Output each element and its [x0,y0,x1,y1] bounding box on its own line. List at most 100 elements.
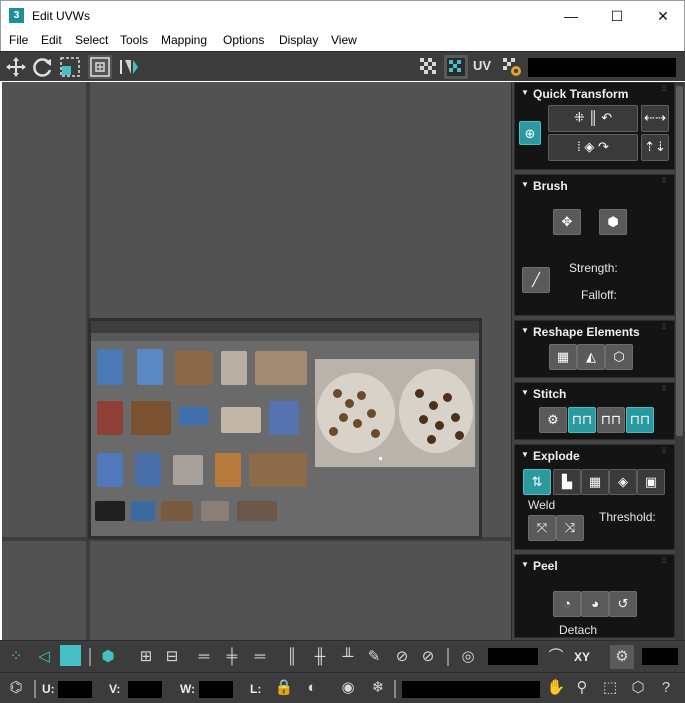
hide-eye-icon[interactable]: ◉ [336,676,360,700]
menu-select[interactable]: Select [75,33,108,47]
w-coordinate-field[interactable] [199,681,233,698]
stitch-to-source-icon[interactable]: ⊓⊓ [626,407,654,433]
ring-icon[interactable]: ║ [280,645,304,669]
align-vertical-button[interactable]: ⁞ ◈ ↷ [548,134,638,161]
grip-icon[interactable]: ⁞⁞ [662,558,668,566]
rollout-title[interactable]: Quick Transform [533,87,628,101]
falloff-type-icon[interactable]: ⌒ [544,645,568,669]
u-coordinate-field[interactable] [58,681,92,698]
paint-shrink-icon[interactable]: ⊘ [416,645,440,669]
falloff-curve-icon[interactable]: ╱ [522,267,550,293]
relax-brush-icon[interactable]: ⬢ [599,209,627,235]
help-icon[interactable]: ? [654,676,678,700]
split-by-material-icon[interactable]: ▦ [581,469,609,495]
xy-label[interactable]: XY [574,650,590,664]
collapse-arrow-icon[interactable]: ▼ [521,450,529,459]
lock-icon[interactable]: 🔒 [272,676,296,700]
quick-peel-icon[interactable]: ◔ [553,591,581,617]
viewport-map-dropdown[interactable] [528,58,676,77]
status-field[interactable] [402,681,540,698]
split-by-edge-icon[interactable]: ▣ [637,469,665,495]
zoom-icon[interactable]: ⚲ [570,676,594,700]
panel-scroll-thumb[interactable] [676,86,683,436]
move-icon[interactable] [4,55,28,79]
ring-shrink-icon[interactable]: ╨ [336,645,360,669]
menu-display[interactable]: Display [279,33,318,47]
rollout-title[interactable]: Explode [533,449,580,463]
rollout-title[interactable]: Brush [533,179,568,193]
zoom-extents-icon[interactable]: ⬡ [626,676,650,700]
loop-icon[interactable]: ═ [192,645,216,669]
menu-options[interactable]: Options [223,33,264,47]
stitch-average-icon[interactable]: ⊓⊓ [597,407,625,433]
shrink-selection-icon[interactable]: ⊟ [160,645,184,669]
edge-distance-icon[interactable]: ⚙ [610,645,634,669]
zoom-region-icon[interactable]: ⬚ [598,676,622,700]
rollout-title[interactable]: Reshape Elements [533,325,640,339]
v-coordinate-field[interactable] [128,681,162,698]
grow-selection-icon[interactable]: ⊞ [134,645,158,669]
grip-icon[interactable]: ⁞⁞ [662,86,668,94]
element-mode-icon[interactable]: ⬢ [96,645,120,669]
stitch-custom-icon[interactable]: ⚙ [539,407,567,433]
rotate-icon[interactable] [31,55,55,79]
relax-icon[interactable]: ◭ [577,344,605,370]
stitch-to-target-icon[interactable]: ⊓⊓ [568,407,596,433]
space-vertical-icon[interactable]: ⇡⇣ [641,134,669,161]
grip-icon[interactable]: ⁞⁞ [662,324,668,332]
paint-grow-icon[interactable]: ⊘ [390,645,414,669]
rollout-title[interactable]: Stitch [533,387,566,401]
checker-icon[interactable] [417,55,441,79]
loop-grow-icon[interactable]: ╪ [220,645,244,669]
menu-tools[interactable]: Tools [120,33,148,47]
maximize-button[interactable]: ☐ [594,1,640,31]
uv-viewport[interactable] [2,82,511,640]
coordinate-mode-icon[interactable]: ⌬ [4,676,28,700]
menu-file[interactable]: File [9,33,28,47]
set-pivot-icon[interactable]: ⊕ [519,121,541,145]
paint-select-icon[interactable]: ✎ [362,645,386,669]
collapse-arrow-icon[interactable]: ▼ [521,560,529,569]
uv-settings-icon[interactable] [500,55,524,79]
uv-label[interactable]: UV [473,58,491,73]
align-horizontal-button[interactable]: ⁜ ║ ↶ [548,105,638,132]
close-button[interactable]: ✕ [640,1,685,31]
texture-toggle-icon[interactable] [444,55,468,79]
mirror-icon[interactable] [116,55,140,79]
freeform-icon[interactable] [88,55,112,79]
grip-icon[interactable]: ⁞⁞ [662,448,668,456]
collapse-arrow-icon[interactable]: ▼ [521,180,529,189]
grip-icon[interactable]: ⁞⁞ [662,178,668,186]
scale-icon[interactable] [58,55,82,79]
minimize-button[interactable]: — [548,1,594,31]
split-by-polygon-icon[interactable]: ◈ [609,469,637,495]
rollout-title[interactable]: Peel [533,559,558,573]
paint-move-icon[interactable]: ✥ [553,209,581,235]
pan-icon[interactable]: ✋ [544,676,568,700]
flatten-icon[interactable]: ⬡ [605,344,633,370]
ring-grow-icon[interactable]: ╫ [308,645,332,669]
menu-edit[interactable]: Edit [41,33,62,47]
split-by-smoothing-icon[interactable]: ▙ [553,469,581,495]
weld-all-icon[interactable]: ⤨ [556,515,584,541]
break-icon[interactable]: ⇅ [523,469,551,495]
edge-distance-field[interactable] [642,648,678,665]
grip-icon[interactable]: ⁞⁞ [662,386,668,394]
vertex-mode-icon[interactable]: ⁘ [4,645,28,669]
weld-selected-icon[interactable]: ⤧ [528,515,556,541]
reset-peel-icon[interactable]: ↺ [609,591,637,617]
freeze-icon[interactable]: ❄ [366,676,390,700]
soft-selection-icon[interactable]: ◎ [456,645,480,669]
falloff-distance-field[interactable] [488,648,538,665]
loop-shrink-icon[interactable]: ═ [248,645,272,669]
menu-mapping[interactable]: Mapping [161,33,207,47]
show-hide-icon[interactable]: ◐ [300,676,324,700]
collapse-arrow-icon[interactable]: ▼ [521,326,529,335]
edge-mode-icon[interactable]: ◁ [32,645,56,669]
collapse-arrow-icon[interactable]: ▼ [521,88,529,97]
collapse-arrow-icon[interactable]: ▼ [521,388,529,397]
peel-mode-icon[interactable]: ◕ [581,591,609,617]
menu-view[interactable]: View [331,33,357,47]
straighten-icon[interactable]: ▦ [549,344,577,370]
polygon-mode-icon[interactable] [60,645,81,666]
